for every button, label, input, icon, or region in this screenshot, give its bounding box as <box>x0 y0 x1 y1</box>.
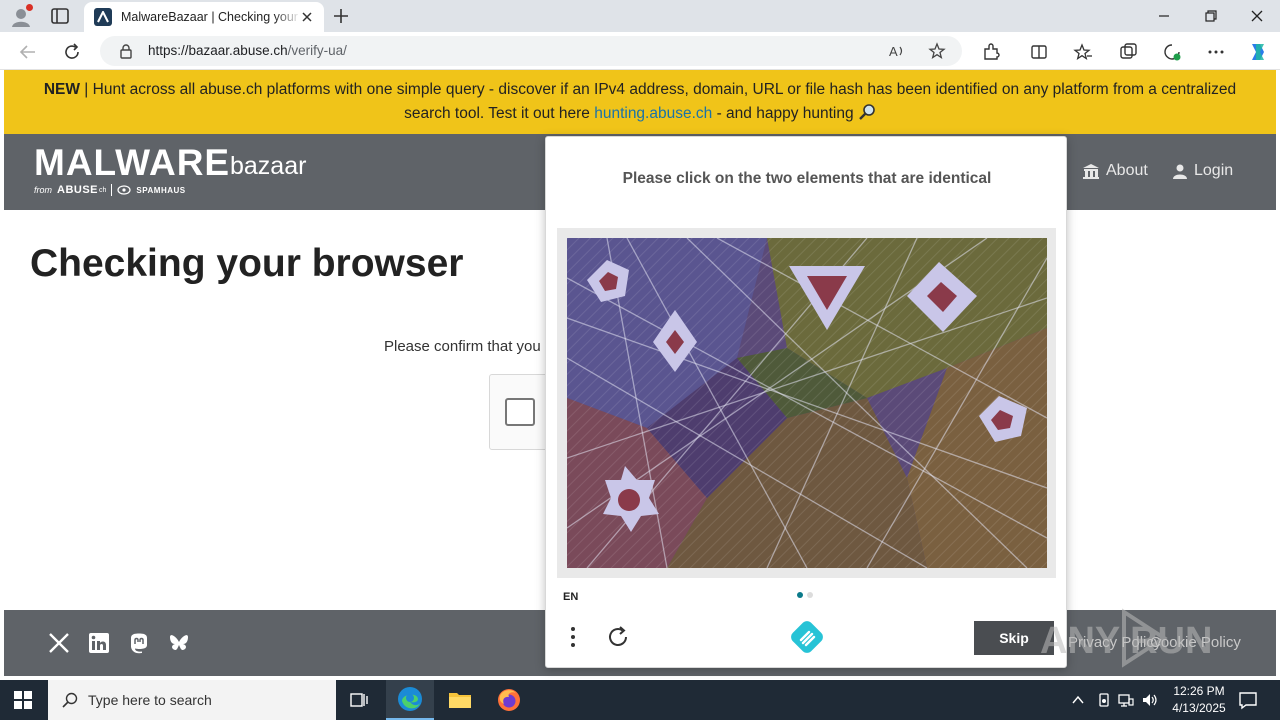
address-bar[interactable]: https://bazaar.abuse.ch/verify-ua/ A <box>100 36 962 66</box>
firefox-icon <box>498 689 520 711</box>
browser-toolbar: https://bazaar.abuse.ch/verify-ua/ A <box>0 32 1280 70</box>
notifications-icon[interactable] <box>1238 690 1258 710</box>
logo-abuse: ABUSE <box>57 184 99 196</box>
taskbar-file-explorer[interactable] <box>436 680 484 720</box>
challenge-refresh-icon[interactable] <box>606 625 630 649</box>
bluesky-icon[interactable] <box>168 632 190 654</box>
challenge-pagination <box>797 592 813 598</box>
read-aloud-icon[interactable]: A <box>888 42 906 60</box>
magnifier-icon <box>859 104 875 120</box>
copilot-icon[interactable] <box>1246 40 1270 64</box>
collections-icon[interactable] <box>1118 42 1138 62</box>
close-window-icon[interactable] <box>1249 8 1265 24</box>
network-icon[interactable] <box>1118 692 1134 708</box>
taskbar-search-placeholder: Type here to search <box>88 692 212 708</box>
refresh-icon[interactable] <box>62 42 82 62</box>
anyrun-watermark: ANY RUN <box>1040 608 1212 668</box>
profile-notification-dot <box>26 4 33 11</box>
url-text[interactable]: https://bazaar.abuse.ch/verify-ua/ <box>148 43 347 58</box>
task-view-icon <box>350 693 368 707</box>
task-view-button[interactable] <box>336 680 384 720</box>
extensions-icon[interactable] <box>981 42 1001 62</box>
minimize-icon[interactable] <box>1156 8 1172 24</box>
windows-start-icon[interactable] <box>14 691 32 709</box>
lock-icon[interactable] <box>118 43 134 59</box>
logo-byline: from ABUSE ch SPAMHAUS <box>34 184 186 196</box>
about-building-icon <box>1083 164 1099 179</box>
page-title: Checking your browser <box>30 242 464 285</box>
logo-malware[interactable]: MALWARE <box>34 142 230 184</box>
folder-icon <box>449 693 471 708</box>
challenge-image[interactable] <box>567 238 1047 568</box>
clock-time: 12:26 PM <box>1173 684 1225 698</box>
nav-login[interactable]: Login <box>1172 162 1233 180</box>
logo-from-text: from <box>34 185 52 195</box>
taskbar-firefox[interactable] <box>485 680 533 720</box>
more-options-icon[interactable] <box>1206 42 1226 62</box>
favorites-icon[interactable] <box>1073 42 1093 62</box>
hcaptcha-logo-icon[interactable] <box>790 620 824 654</box>
clock-date: 4/13/2025 <box>1172 701 1226 715</box>
mastodon-icon[interactable] <box>128 632 150 654</box>
banner-text: NEW | Hunt across all abuse.ch platforms… <box>34 78 1246 126</box>
nav-login-label: Login <box>1194 162 1234 179</box>
windows-taskbar: Type here to search 12:26 PM 4/13/2025 <box>0 680 1280 720</box>
logo-spamhaus: SPAMHAUS <box>136 185 186 195</box>
challenge-menu-icon[interactable] <box>568 625 578 649</box>
logo-bazaar[interactable]: bazaar <box>230 152 306 181</box>
browser-tab-bar: MalwareBazaar | Checking your browser <box>0 0 1280 32</box>
volume-icon[interactable] <box>1142 692 1158 708</box>
search-icon <box>62 692 78 708</box>
url-host: https://bazaar.abuse.ch <box>148 43 288 58</box>
challenge-prompt: Please click on the two elements that ar… <box>622 170 992 187</box>
edge-icon <box>398 687 422 711</box>
tab-malwarebazaar[interactable]: MalwareBazaar | Checking your browser <box>84 2 324 32</box>
captcha-challenge-popup: Please click on the two elements that ar… <box>545 136 1067 668</box>
taskbar-clock[interactable]: 12:26 PM 4/13/2025 <box>1160 683 1238 717</box>
challenge-image-frame <box>557 228 1056 578</box>
banner-text-after: - and happy hunting <box>712 105 858 122</box>
announcement-banner: NEW | Hunt across all abuse.ch platforms… <box>4 70 1276 134</box>
linkedin-icon[interactable] <box>88 632 110 654</box>
taskbar-search[interactable]: Type here to search <box>48 680 336 720</box>
logo-separator <box>111 184 113 196</box>
tab-actions-icon[interactable] <box>50 7 70 25</box>
tray-device-icon[interactable] <box>1096 692 1112 708</box>
tab-title: MalwareBazaar | Checking your browser <box>121 10 301 24</box>
pagination-dot <box>807 592 813 598</box>
close-tab-icon[interactable] <box>300 10 314 24</box>
user-icon <box>1173 164 1187 179</box>
browser-essentials-icon[interactable] <box>1162 42 1182 62</box>
banner-new-label: NEW <box>43 81 80 98</box>
new-tab-icon[interactable] <box>332 7 350 25</box>
malwarebazaar-favicon-icon <box>94 8 112 26</box>
favorite-star-icon[interactable] <box>928 42 946 60</box>
confirm-human-text: Please confirm that you <box>384 338 541 355</box>
split-screen-icon[interactable] <box>1029 42 1049 62</box>
nav-about[interactable]: About <box>1082 162 1148 180</box>
captcha-checkbox[interactable] <box>505 398 535 426</box>
nav-about-label: About <box>1106 162 1148 179</box>
svg-text:A: A <box>889 44 898 59</box>
hunting-link[interactable]: hunting.abuse.ch <box>594 105 712 122</box>
taskbar-edge[interactable] <box>386 680 434 720</box>
pagination-dot-active <box>797 592 803 598</box>
language-selector[interactable]: EN <box>563 591 578 603</box>
restore-icon[interactable] <box>1203 8 1219 24</box>
tray-overflow-chevron-icon[interactable] <box>1070 692 1086 708</box>
logo-abuse-suffix: ch <box>99 186 107 194</box>
spamhaus-logo-icon <box>117 185 132 195</box>
watermark-text: ANY RUN <box>1040 620 1212 662</box>
x-twitter-icon[interactable] <box>48 632 70 654</box>
url-path: /verify-ua/ <box>287 43 347 58</box>
back-arrow-icon[interactable] <box>18 42 38 62</box>
